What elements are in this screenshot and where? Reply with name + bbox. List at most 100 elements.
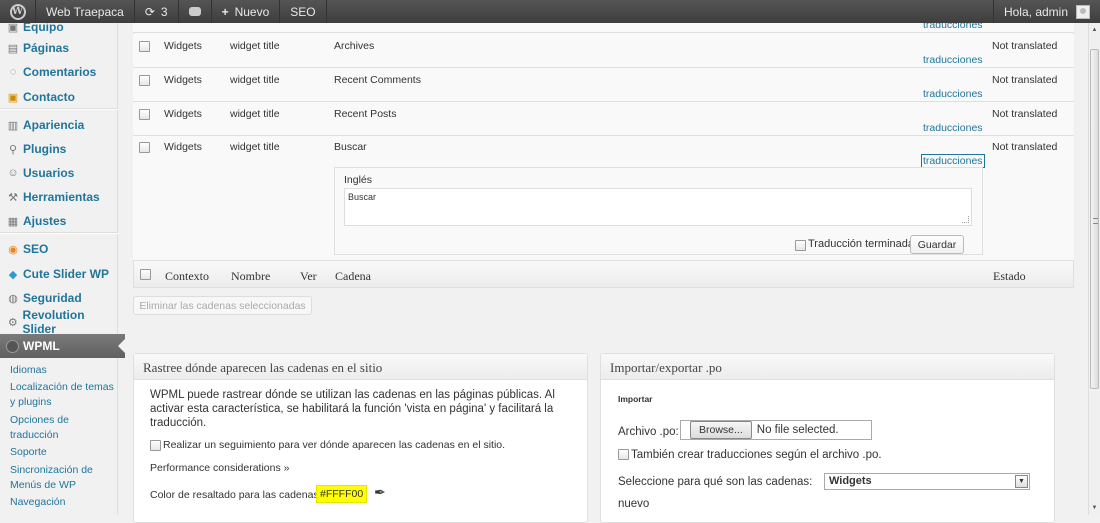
greeting-text: Hola, admin xyxy=(1003,4,1068,19)
delete-selected-button[interactable]: Eliminar las cadenas seleccionadas xyxy=(133,296,312,315)
updates-link[interactable]: ⟳ 3 xyxy=(135,0,179,23)
color-picker-icon[interactable]: ✒ xyxy=(374,484,386,501)
column-header-string[interactable]: Cadena xyxy=(335,269,371,284)
site-name-link[interactable]: Web Traepaca xyxy=(36,0,135,23)
new-content-link[interactable]: + Nuevo xyxy=(212,0,281,23)
table-footer: Contexto Nombre Ver Cadena Estado xyxy=(133,260,1074,288)
menu-item-seo[interactable]: ◉ SEO xyxy=(0,238,118,260)
po-file-input[interactable]: Browse... No file selected. xyxy=(680,420,872,440)
translation-editor: Inglés Buscar Traducción terminada Guard… xyxy=(334,167,983,255)
comments-icon: ◌ xyxy=(9,66,17,78)
row-string: Recent Comments xyxy=(334,74,421,86)
browse-button[interactable]: Browse... xyxy=(690,421,752,439)
menu-item-plugins[interactable]: ⚲ Plugins xyxy=(0,138,118,160)
track-strings-title: Rastree dónde aparecen las cadenas en el… xyxy=(134,354,587,380)
submenu-sincronizacion[interactable]: Sincronización de Menús de WP xyxy=(10,463,114,493)
menu-item-apariencia[interactable]: ▥ Apariencia xyxy=(0,114,118,136)
track-strings-checkbox[interactable] xyxy=(150,440,161,451)
column-header-name[interactable]: Nombre xyxy=(231,269,270,284)
column-header-status[interactable]: Estado xyxy=(993,269,1026,284)
security-icon: ◍ xyxy=(8,292,18,305)
menu-item-revolution-slider[interactable]: ⚙ Revolution Slider xyxy=(0,308,118,336)
translation-value: Buscar xyxy=(348,192,377,202)
menu-item-wpml[interactable]: WPML xyxy=(0,334,126,358)
settings-icon: ▦ xyxy=(7,215,19,228)
row-name: widget title xyxy=(230,40,280,52)
menu-item-herramientas[interactable]: ⚒ Herramientas xyxy=(0,186,118,208)
translations-link-active[interactable]: traducciones xyxy=(921,154,985,168)
table-row: Widgets widget title Recent Comments Not… xyxy=(133,68,1074,102)
column-header-context[interactable]: Contexto xyxy=(165,269,209,284)
highlight-color-label: Color de resaltado para las cadenas xyxy=(150,489,319,501)
select-all-checkbox[interactable] xyxy=(140,269,151,280)
plus-icon: + xyxy=(221,4,229,19)
highlight-color-input[interactable]: #FFFF00 xyxy=(316,485,368,503)
submenu-navegacion[interactable]: Navegación xyxy=(10,495,114,510)
new-content-label: Nuevo xyxy=(234,4,270,19)
menu-item-label: Páginas xyxy=(23,41,70,55)
pages-icon: ▤ xyxy=(7,42,19,55)
translations-link[interactable]: traducciones xyxy=(923,88,983,100)
track-strings-checkbox-label: Realizar un seguimiento para ver dónde a… xyxy=(163,439,506,451)
translation-textarea[interactable]: Buscar xyxy=(344,188,972,226)
menu-item-cute-slider[interactable]: ◆ Cute Slider WP xyxy=(0,263,118,285)
translations-link[interactable]: traducciones xyxy=(923,122,983,134)
row-name: widget title xyxy=(230,108,280,120)
strings-for-label: Seleccione para qué son las cadenas: xyxy=(618,476,813,488)
menu-item-label: SEO xyxy=(23,242,49,256)
scroll-up-arrow-icon[interactable]: ▲ xyxy=(1090,25,1099,35)
wordpress-logo-icon[interactable]: W xyxy=(0,0,36,23)
comments-link[interactable] xyxy=(179,0,212,23)
create-translations-checkbox[interactable] xyxy=(618,449,629,460)
performance-link[interactable]: Performance considerations » xyxy=(150,462,290,474)
submenu-idiomas[interactable]: Idiomas xyxy=(10,363,114,378)
submenu-opciones-traduccion[interactable]: Opciones de traducción xyxy=(10,413,114,443)
column-header-view[interactable]: Ver xyxy=(300,269,317,284)
admin-bar: W Web Traepaca ⟳ 3 + Nuevo SEO Hola, adm… xyxy=(0,0,1100,23)
page-scrollbar[interactable]: ▲ ▼ xyxy=(1088,23,1100,515)
menu-item-label: Revolution Slider xyxy=(22,308,85,336)
wpml-icon xyxy=(6,339,19,353)
updates-icon: ⟳ xyxy=(144,4,155,19)
menu-item-contacto[interactable]: ▣ Contacto xyxy=(0,86,118,108)
save-button[interactable]: Guardar xyxy=(910,235,964,254)
row-checkbox[interactable] xyxy=(139,109,150,120)
new-context-link[interactable]: nuevo xyxy=(618,498,649,510)
submenu-localizacion[interactable]: Localización de temas y plugins xyxy=(10,380,114,410)
po-file-label: Archivo .po: xyxy=(618,426,679,438)
table-row: Widgets widget title Archives Not transl… xyxy=(133,34,1074,68)
menu-item-comentarios[interactable]: ◌ Comentarios xyxy=(0,61,118,83)
scrollbar-thumb[interactable] xyxy=(1090,49,1099,389)
menu-item-ajustes[interactable]: ▦ Ajustes xyxy=(0,210,118,232)
menu-item-usuarios[interactable]: ☺ Usuarios xyxy=(0,162,118,184)
row-checkbox[interactable] xyxy=(139,75,150,86)
translation-finished-checkbox[interactable] xyxy=(795,240,806,251)
menu-separator xyxy=(0,232,118,234)
main-content: traducciones Widgets widget title Archiv… xyxy=(118,19,1088,523)
plugins-icon: ⚲ xyxy=(8,143,18,156)
strings-for-value: Widgets xyxy=(829,475,872,487)
row-checkbox[interactable] xyxy=(139,142,150,153)
submenu-soporte[interactable]: Soporte xyxy=(10,445,114,460)
row-checkbox[interactable] xyxy=(139,41,150,52)
row-context: Widgets xyxy=(164,40,202,52)
seo-link[interactable]: SEO xyxy=(280,0,327,23)
scroll-down-arrow-icon[interactable]: ▼ xyxy=(1090,503,1099,513)
menu-item-label: Seguridad xyxy=(23,291,82,305)
translations-link[interactable]: traducciones xyxy=(923,54,983,66)
table-row: Widgets widget title Recent Posts Not tr… xyxy=(133,102,1074,136)
row-status: Not translated xyxy=(992,40,1058,52)
menu-item-seguridad[interactable]: ◍ Seguridad xyxy=(0,287,118,309)
menu-item-label: Usuarios xyxy=(23,166,75,180)
import-export-box: Importar/exportar .po Importar Archivo .… xyxy=(600,353,1055,523)
menu-item-label: Plugins xyxy=(23,142,67,156)
row-name: widget title xyxy=(230,141,280,153)
strings-for-select[interactable]: Widgets ▼ xyxy=(824,473,1030,490)
my-account-link[interactable]: Hola, admin xyxy=(992,0,1100,23)
menu-item-label: Herramientas xyxy=(23,190,100,204)
menu-item-paginas[interactable]: ▤ Páginas xyxy=(0,37,118,59)
menu-item-label: Ajustes xyxy=(23,214,67,228)
appearance-icon: ▥ xyxy=(7,119,19,132)
menu-item-label: WPML xyxy=(23,339,60,353)
chevron-down-icon: ▼ xyxy=(1015,475,1028,488)
